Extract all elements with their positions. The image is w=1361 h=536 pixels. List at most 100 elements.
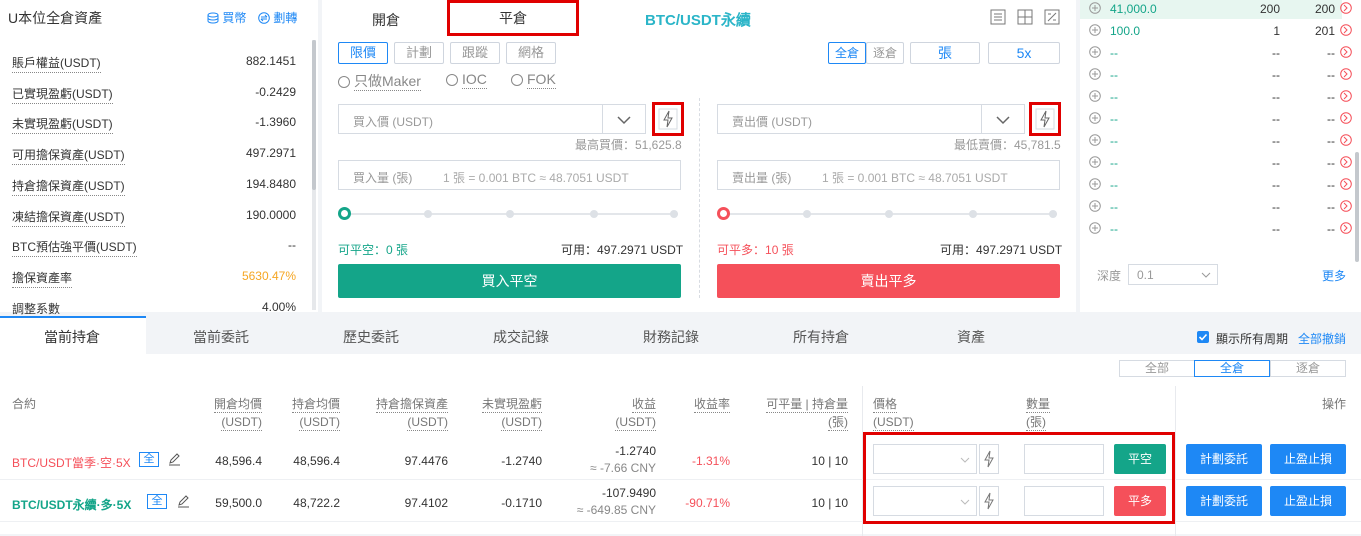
list-icon[interactable] [990, 9, 1006, 25]
tp-sl-button[interactable]: 止盈止損 [1270, 486, 1346, 516]
leverage-button[interactable]: 5x [988, 42, 1060, 64]
scrollbar[interactable] [312, 40, 316, 310]
arrow-circle-icon[interactable] [1340, 134, 1352, 146]
show-all-periods[interactable]: 顯示所有周期 [1216, 330, 1288, 347]
calculator-icon[interactable] [1044, 9, 1060, 25]
plus-circle-icon[interactable] [1089, 24, 1101, 36]
account-row-label: BTC預估強平價(USDT) [12, 238, 137, 258]
arrow-circle-icon[interactable] [1340, 222, 1352, 234]
orderbook-price: -- [1110, 222, 1118, 236]
transfer-link[interactable]: 劃轉 [258, 9, 297, 26]
sell-slider[interactable] [717, 207, 1057, 220]
arrow-circle-icon[interactable] [1340, 156, 1352, 168]
unit-button[interactable]: 張 [910, 42, 980, 64]
plus-circle-icon[interactable] [1089, 156, 1101, 168]
depth-select[interactable]: 0.1 [1128, 264, 1218, 285]
tab-4[interactable]: 財務記錄 [631, 327, 711, 347]
more-link[interactable]: 更多 [1322, 267, 1346, 284]
header-unrealized-label: 未實現盈虧 [481, 397, 542, 413]
buy-slider-handle[interactable] [338, 207, 351, 220]
arrow-circle-icon[interactable] [1340, 200, 1352, 212]
buy-price-hint: 最高買價：51,625.8 [575, 138, 682, 152]
buy-amount-input[interactable]: 買入量 (張) 1 張 = 0.001 BTC ≈ 48.7051 USDT [338, 160, 681, 190]
plus-circle-icon[interactable] [1089, 178, 1101, 190]
cancel-all-link[interactable]: 全部撤銷 [1298, 330, 1346, 347]
arrow-circle-icon[interactable] [1340, 112, 1352, 124]
arrow-circle-icon[interactable] [1340, 90, 1352, 102]
buy-available: 可用：497.2971 USDT [561, 241, 683, 258]
account-row-value: -1.3960 [255, 115, 296, 130]
filter-isolated[interactable]: 逐倉 [1270, 360, 1346, 377]
order-type-limit[interactable]: 限價 [338, 42, 388, 64]
account-row-value: -0.2429 [255, 84, 296, 99]
tab-2[interactable]: 歷史委託 [331, 327, 411, 347]
contract-name[interactable]: BTC/USDT永續·多·5X [12, 496, 131, 513]
header-profit-label: 收益 [631, 397, 656, 413]
plus-circle-icon[interactable] [1089, 46, 1101, 58]
tab-open[interactable]: 開倉 [372, 10, 400, 30]
plus-circle-icon[interactable] [1089, 112, 1101, 124]
tab-0[interactable]: 當前持倉 [32, 327, 112, 347]
arrow-circle-icon[interactable] [1340, 68, 1352, 80]
sell-price-hint: 最低賣價：45,781.5 [954, 138, 1061, 152]
buy-price-dropdown[interactable] [602, 104, 646, 134]
pair-title: BTC/USDT永續 [645, 12, 751, 29]
tab-6[interactable]: 資產 [931, 327, 1011, 347]
arrow-circle-icon[interactable] [1340, 178, 1352, 190]
header-rate-label: 收益率 [693, 397, 730, 413]
plus-circle-icon[interactable] [1089, 200, 1101, 212]
plus-circle-icon[interactable] [1089, 134, 1101, 146]
option-fok[interactable]: FOK [511, 71, 556, 89]
tab-3[interactable]: 成交記錄 [481, 327, 561, 347]
plan-order-button[interactable]: 計劃委託 [1186, 444, 1262, 474]
sell-amount-input[interactable]: 賣出量 (張) 1 張 = 0.001 BTC ≈ 48.7051 USDT [717, 160, 1060, 190]
option-maker[interactable]: 只做Maker [338, 71, 421, 91]
plus-circle-icon[interactable] [1089, 2, 1101, 14]
radio-icon [511, 74, 523, 86]
tab-5[interactable]: 所有持倉 [781, 327, 861, 347]
checkbox-icon[interactable] [1197, 331, 1209, 343]
buy-coin-link[interactable]: 買幣 [207, 9, 246, 26]
filter-cross[interactable]: 全倉 [1194, 360, 1270, 377]
sell-slider-handle[interactable] [717, 207, 730, 220]
buy-slider[interactable] [338, 207, 678, 220]
contract-name[interactable]: BTC/USDT當季·空·5X [12, 454, 131, 471]
plus-circle-icon[interactable] [1089, 68, 1101, 80]
account-row-value: 5630.47% [241, 268, 296, 283]
margin-isolated-button[interactable]: 逐倉 [866, 42, 904, 64]
buy-flash-icon[interactable] [658, 108, 678, 130]
header-qty-unit: (張) [1026, 415, 1046, 431]
filter-all[interactable]: 全部 [1119, 360, 1195, 377]
order-type-plan[interactable]: 計劃 [394, 42, 444, 64]
arrow-circle-icon[interactable] [1340, 2, 1352, 14]
buy-close-short-button[interactable]: 買入平空 [338, 264, 681, 298]
order-type-grid[interactable]: 網格 [506, 42, 556, 64]
arrow-circle-icon[interactable] [1340, 46, 1352, 58]
orderbook-total: -- [1327, 68, 1335, 82]
tp-sl-button[interactable]: 止盈止損 [1270, 444, 1346, 474]
tab-1[interactable]: 當前委託 [181, 327, 261, 347]
scrollbar[interactable] [1355, 40, 1359, 290]
radio-icon [338, 76, 350, 88]
plus-circle-icon[interactable] [1089, 90, 1101, 102]
layout-icon[interactable] [1017, 9, 1033, 25]
orderbook-total: -- [1327, 222, 1335, 236]
account-row-label: 可用擔保資產(USDT) [12, 146, 125, 166]
margin: 97.4102 [404, 496, 448, 510]
buy-price-input[interactable]: 買入價 (USDT) [338, 104, 618, 134]
option-ioc[interactable]: IOC [446, 71, 487, 89]
orderbook-price: -- [1110, 90, 1118, 104]
plus-circle-icon[interactable] [1089, 222, 1101, 234]
account-row-value: 190.0000 [245, 207, 296, 222]
sell-price-dropdown[interactable] [981, 104, 1025, 134]
option-fok-label: FOK [527, 71, 556, 89]
buy-coin-label: 買幣 [222, 11, 247, 25]
margin-cross-button[interactable]: 全倉 [828, 42, 866, 64]
sell-close-long-button[interactable]: 賣出平多 [717, 264, 1060, 298]
tab-close[interactable]: 平倉 [447, 0, 579, 36]
plan-order-button[interactable]: 計劃委託 [1186, 486, 1262, 516]
sell-flash-icon[interactable] [1035, 108, 1055, 130]
sell-price-input[interactable]: 賣出價 (USDT) [717, 104, 997, 134]
order-type-trailing[interactable]: 跟蹤 [450, 42, 500, 64]
arrow-circle-icon[interactable] [1340, 24, 1352, 36]
